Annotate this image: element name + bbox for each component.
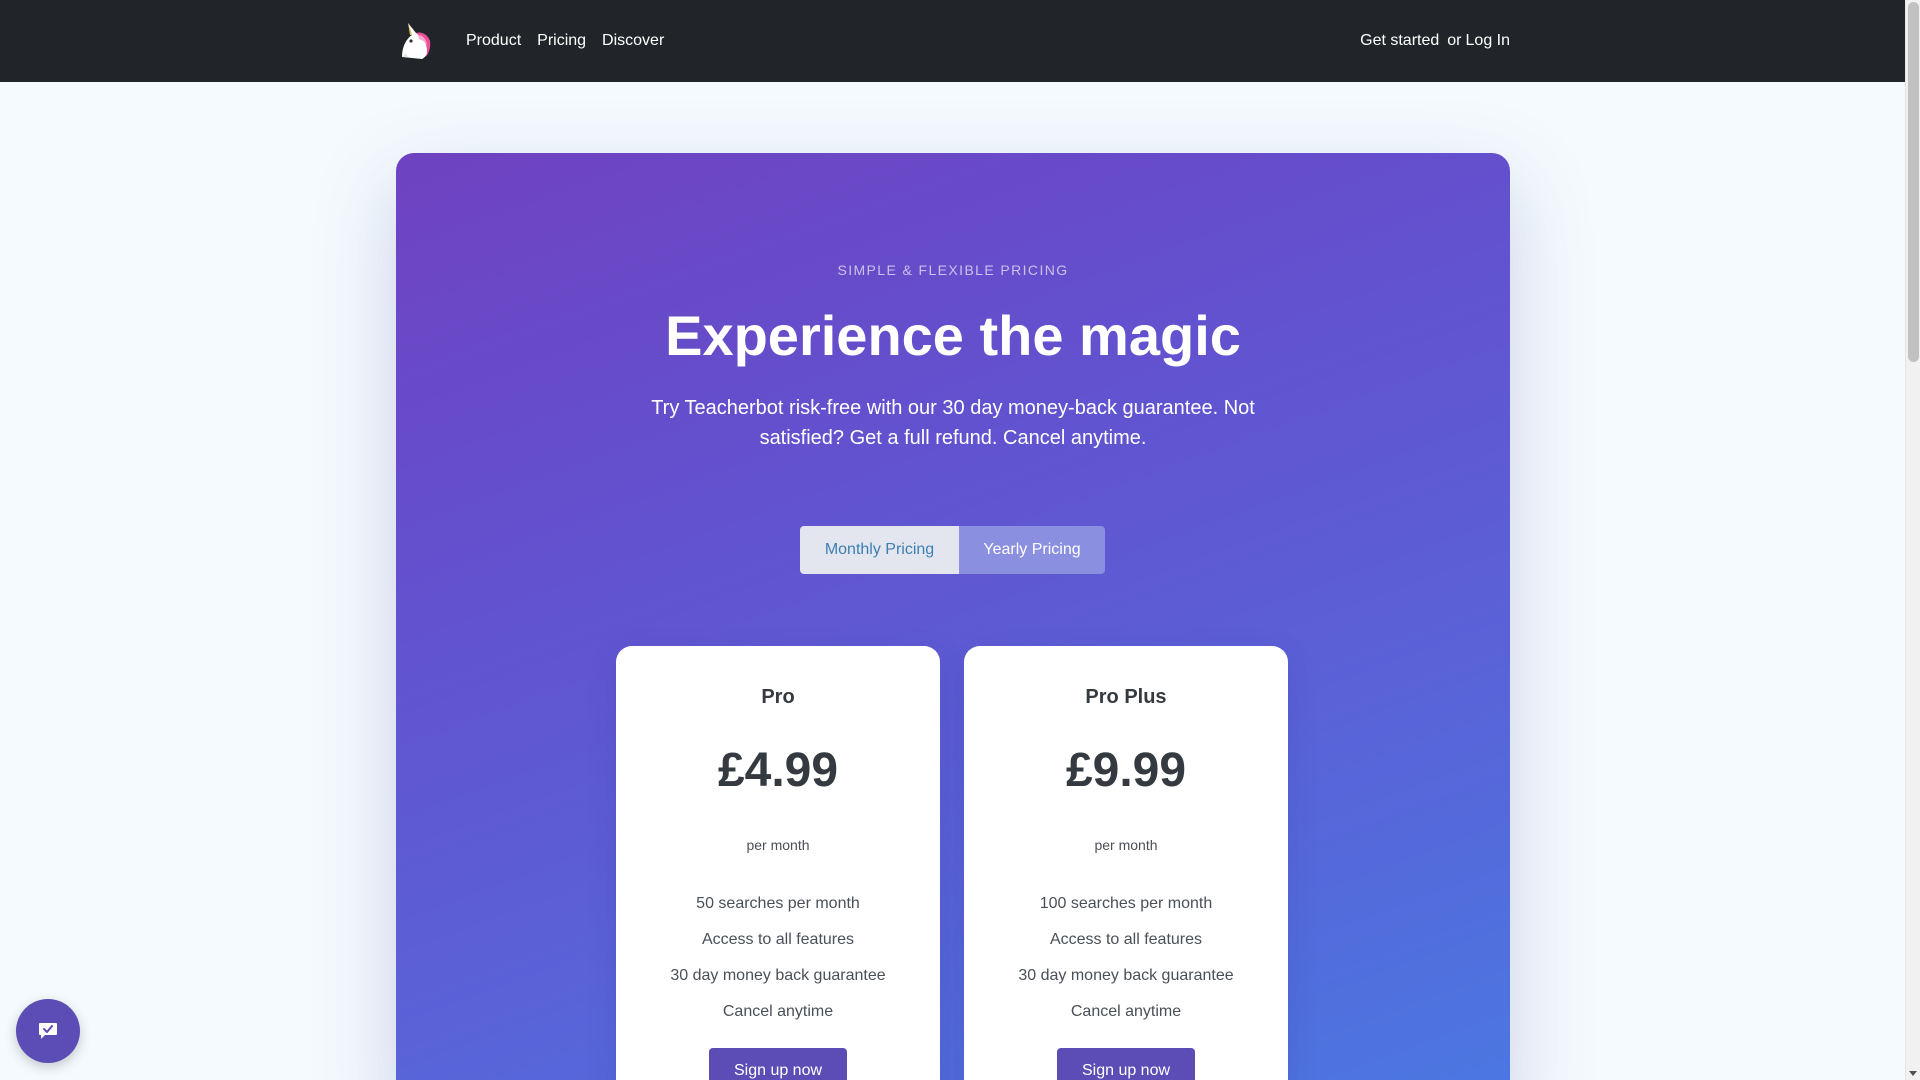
plan-card-pro: Pro £4.99 per month 50 searches per mont…: [616, 646, 940, 1080]
plan-period: per month: [1094, 837, 1158, 853]
chat-check-icon: [39, 1023, 57, 1039]
unicorn-icon[interactable]: [396, 21, 434, 61]
plan-feature: Access to all features: [1049, 931, 1203, 948]
page-title: Experience the magic: [665, 304, 1241, 367]
pricing-eyebrow: SIMPLE & FLEXIBLE PRICING: [837, 262, 1069, 278]
plan-feature: Cancel anytime: [722, 1003, 834, 1020]
plan-feature-list: 100 searches per month Access to all fea…: [964, 894, 1288, 1038]
plan-name: Pro Plus: [1085, 686, 1167, 708]
plan-feature: 100 searches per month: [1039, 895, 1213, 912]
page-scrollbar[interactable]: [1905, 0, 1920, 1080]
plan-feature: Cancel anytime: [1070, 1003, 1182, 1020]
yearly-pricing-button[interactable]: Yearly Pricing: [959, 526, 1105, 574]
plan-feature: 30 day money back guarantee: [670, 967, 886, 984]
plan-feature: 50 searches per month: [696, 895, 860, 912]
get-started-link[interactable]: Get started: [1360, 32, 1439, 50]
chat-widget-button[interactable]: [16, 999, 80, 1063]
plan-name: Pro: [761, 686, 795, 708]
login-link[interactable]: Log In: [1466, 32, 1510, 50]
plan-price: £9.99: [1065, 744, 1187, 797]
nav-link-product[interactable]: Product: [466, 32, 521, 50]
signup-button-pro[interactable]: Sign up now: [709, 1048, 847, 1080]
plan-period: per month: [746, 837, 810, 853]
hero-lead-text: Try Teacherbot risk-free with our 30 day…: [651, 397, 1255, 449]
pricing-hero-panel: SIMPLE & FLEXIBLE PRICING Experience the…: [396, 153, 1510, 1080]
plan-card-pro-plus: Pro Plus £9.99 per month 100 searches pe…: [964, 646, 1288, 1080]
plan-feature: 30 day money back guarantee: [1018, 967, 1234, 984]
monthly-pricing-button[interactable]: Monthly Pricing: [800, 526, 959, 574]
plan-feature: Access to all features: [701, 931, 855, 948]
or-separator-text: or: [1447, 32, 1462, 49]
scrollbar-thumb[interactable]: [1908, 2, 1919, 362]
top-navbar: Product Pricing Discover Get started or …: [0, 0, 1905, 82]
pricing-period-toggle: Monthly Pricing Yearly Pricing: [800, 526, 1105, 574]
scroll-down-arrow-icon[interactable]: [1909, 1071, 1917, 1076]
nav-link-pricing[interactable]: Pricing: [537, 32, 586, 50]
signup-button-pro-plus[interactable]: Sign up now: [1057, 1048, 1195, 1080]
plan-feature-list: 50 searches per month Access to all feat…: [616, 894, 940, 1038]
plan-price: £4.99: [717, 744, 839, 797]
nav-link-discover[interactable]: Discover: [602, 32, 664, 50]
